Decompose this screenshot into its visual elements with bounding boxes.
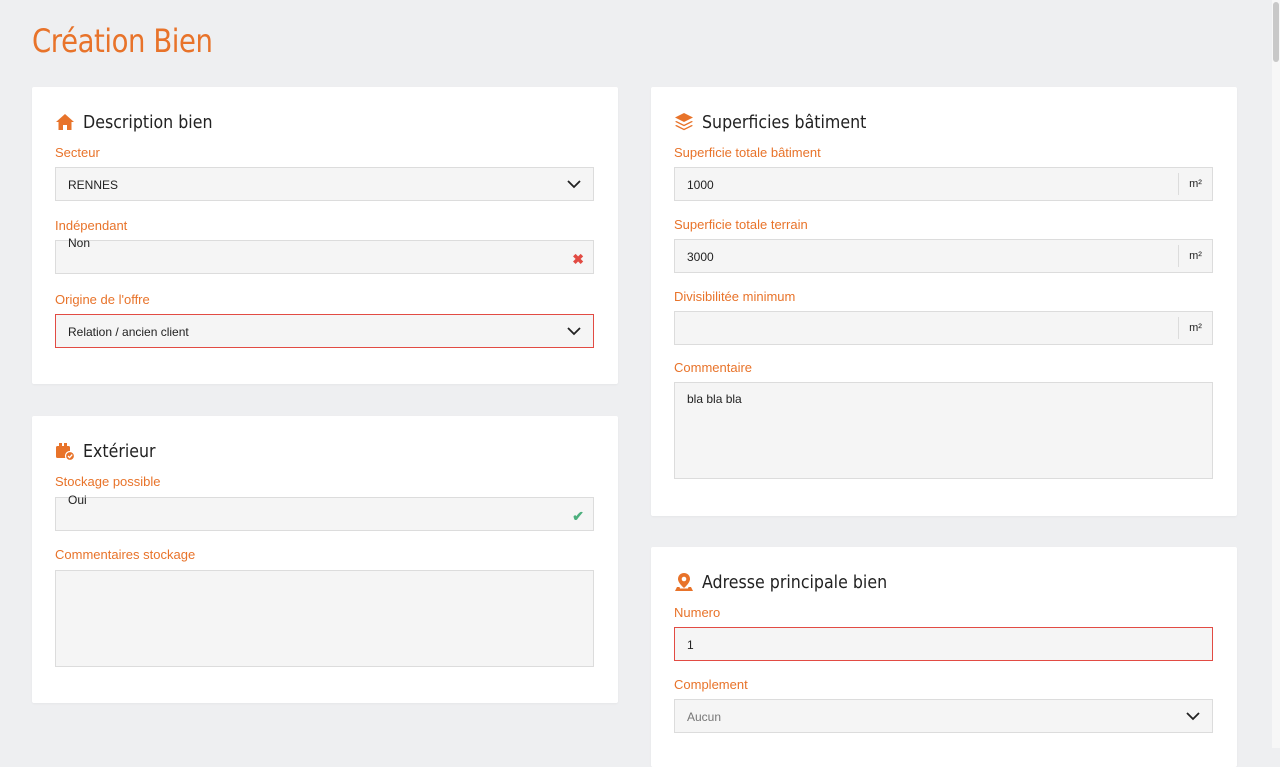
numero-input[interactable]: 1 xyxy=(674,627,1213,661)
unit-label: m² xyxy=(1178,173,1212,195)
layers-icon xyxy=(674,112,694,132)
superficie-batiment-input[interactable]: 1000 m² xyxy=(674,167,1213,201)
origine-label: Origine de l'offre xyxy=(55,292,150,307)
divisibilite-input[interactable]: m² xyxy=(674,311,1213,345)
numero-label: Numero xyxy=(674,605,721,620)
divisibilite-label: Divisibilitée minimum xyxy=(674,289,796,304)
scrollbar-thumb[interactable] xyxy=(1273,2,1279,62)
stockage-label: Stockage possible xyxy=(55,474,161,489)
unit-label: m² xyxy=(1178,317,1212,339)
superficie-batiment-value: 1000 xyxy=(687,178,714,192)
complement-select[interactable]: Aucun xyxy=(674,699,1213,733)
superficies-title: Superficies bâtiment xyxy=(702,111,867,133)
chevron-down-icon xyxy=(1186,712,1200,721)
superficie-batiment-label: Superficie totale bâtiment xyxy=(674,145,821,160)
commentaire-label: Commentaire xyxy=(674,360,753,375)
exterieur-title: Extérieur xyxy=(83,440,156,462)
secteur-select[interactable]: RENNES xyxy=(55,167,594,201)
adresse-header: Adresse principale bien xyxy=(674,571,912,593)
check-icon: ✔ xyxy=(572,508,584,524)
secteur-value: RENNES xyxy=(68,178,119,192)
numero-value: 1 xyxy=(687,638,694,652)
origine-select[interactable]: Relation / ancien client xyxy=(55,314,594,348)
chevron-down-icon xyxy=(567,180,581,189)
origine-value: Relation / ancien client xyxy=(68,325,189,339)
complement-label: Complement xyxy=(674,677,748,692)
chevron-down-icon xyxy=(567,327,581,336)
exterieur-card: Extérieur Stockage possible Oui ✔ Commen… xyxy=(32,416,618,703)
commentaire-textarea[interactable]: bla bla bla xyxy=(674,382,1213,479)
home-icon xyxy=(55,112,75,132)
description-title: Description bien xyxy=(83,111,213,133)
cross-icon: ✖ xyxy=(572,251,584,267)
independant-label: Indépendant xyxy=(55,218,128,233)
secteur-label: Secteur xyxy=(55,145,100,160)
map-pin-icon xyxy=(674,572,694,592)
unit-label: m² xyxy=(1178,245,1212,267)
independant-value: Non xyxy=(68,236,91,250)
superficie-terrain-label: Superficie totale terrain xyxy=(674,217,808,232)
commentaires-stockage-textarea[interactable] xyxy=(55,570,594,667)
superficies-card: Superficies bâtiment Superficie totale b… xyxy=(651,87,1237,516)
scrollbar[interactable] xyxy=(1272,0,1280,748)
storage-icon xyxy=(55,441,75,461)
superficies-header: Superficies bâtiment xyxy=(674,111,889,133)
adresse-card: Adresse principale bien Numero 1 Complem… xyxy=(651,547,1237,767)
description-header: Description bien xyxy=(55,111,230,133)
commentaires-stockage-label: Commentaires stockage xyxy=(55,547,196,562)
adresse-title: Adresse principale bien xyxy=(702,571,888,593)
complement-value: Aucun xyxy=(687,710,722,724)
superficie-terrain-input[interactable]: 3000 m² xyxy=(674,239,1213,273)
description-card: Description bien Secteur RENNES Indépend… xyxy=(32,87,618,384)
stockage-field[interactable]: Oui ✔ xyxy=(55,493,594,531)
page-title: Création Bien xyxy=(32,22,213,60)
commentaire-value: bla bla bla xyxy=(687,392,742,406)
stockage-value: Oui xyxy=(68,493,87,507)
independant-field[interactable]: Non ✖ xyxy=(55,236,594,274)
superficie-terrain-value: 3000 xyxy=(687,250,714,264)
exterieur-header: Extérieur xyxy=(55,440,165,462)
